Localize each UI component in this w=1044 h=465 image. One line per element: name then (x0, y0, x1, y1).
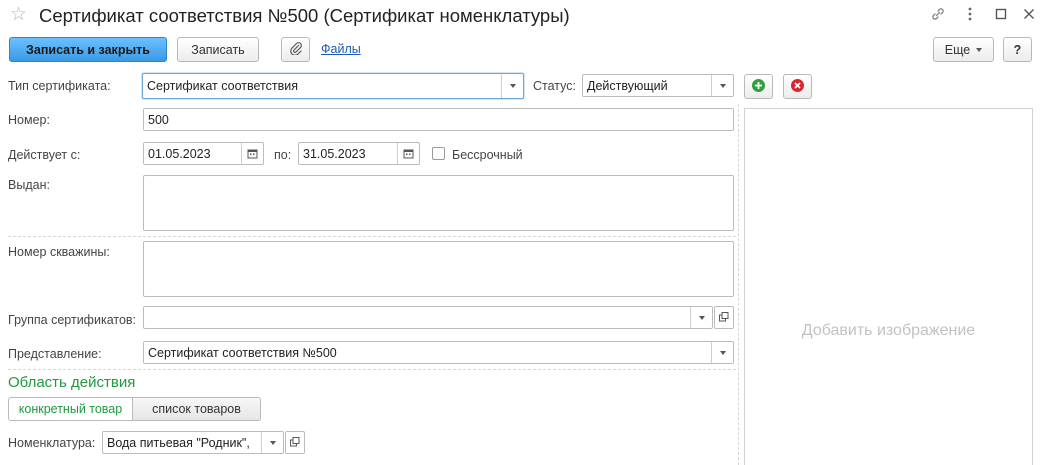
valid-to-label: по: (274, 148, 292, 162)
dropdown-arrow-icon[interactable] (261, 432, 283, 453)
well-number-label: Номер скважины: (8, 245, 110, 259)
issued-textarea[interactable] (143, 175, 734, 231)
presentation-label: Представление: (8, 347, 102, 361)
nomenclature-value: Вода питьевая "Родник", (107, 436, 250, 450)
window-title: Сертификат соответствия №500 (Сертификат… (39, 5, 570, 26)
link-icon[interactable] (929, 5, 947, 23)
open-icon (719, 311, 729, 325)
image-panel[interactable]: Добавить изображение (744, 108, 1033, 465)
files-link[interactable]: Файлы (321, 42, 361, 56)
add-image-placeholder[interactable]: Добавить изображение (745, 322, 1032, 340)
close-icon[interactable] (1020, 5, 1038, 23)
save-button[interactable]: Записать (177, 37, 259, 62)
dropdown-arrow-icon[interactable] (711, 342, 733, 363)
nomenclature-label: Номенклатура: (8, 436, 96, 450)
dropdown-arrow-icon[interactable] (690, 307, 712, 328)
presentation-value: Сертификат соответствия №500 (148, 346, 337, 360)
more-vertical-icon[interactable] (961, 5, 979, 23)
well-number-textarea[interactable] (143, 241, 734, 297)
certificate-type-select[interactable]: Сертификат соответствия (142, 73, 524, 99)
paperclip-icon (289, 41, 303, 58)
open-icon (290, 436, 300, 450)
delete-icon (790, 78, 805, 96)
scope-item-list-toggle[interactable]: список товаров (133, 397, 261, 421)
status-label: Статус: (533, 79, 576, 93)
issued-label: Выдан: (8, 178, 50, 192)
nomenclature-select[interactable]: Вода питьевая "Родник", (102, 431, 284, 454)
presentation-select[interactable]: Сертификат соответствия №500 (143, 341, 734, 364)
maximize-icon[interactable] (992, 5, 1010, 23)
indefinite-label: Бессрочный (452, 148, 523, 162)
dropdown-arrow-icon[interactable] (711, 75, 733, 96)
section-divider (8, 369, 736, 370)
section-divider (8, 236, 736, 237)
column-divider (738, 104, 739, 465)
certificate-group-label: Группа сертификатов: (8, 313, 137, 327)
status-select[interactable]: Действующий (582, 74, 734, 97)
help-button[interactable]: ? (1003, 37, 1032, 62)
certificate-group-select[interactable] (143, 306, 713, 329)
open-nomenclature-button[interactable] (285, 431, 305, 454)
scope-specific-item-toggle[interactable]: конкретный товар (8, 397, 133, 421)
calendar-icon[interactable] (241, 143, 263, 164)
attach-button[interactable] (281, 37, 310, 62)
more-button-label: Еще (944, 42, 971, 57)
indefinite-checkbox[interactable] (432, 147, 445, 160)
valid-from-label: Действует с: (8, 148, 81, 162)
certificate-type-label: Тип сертификата: (8, 79, 111, 93)
certificate-type-value: Сертификат соответствия (147, 79, 298, 93)
open-group-button[interactable] (714, 306, 734, 329)
delete-image-button[interactable] (783, 74, 812, 99)
more-button[interactable]: Еще (933, 37, 994, 62)
number-value: 500 (148, 113, 169, 127)
scope-title: Область действия (8, 374, 136, 391)
number-input[interactable]: 500 (143, 108, 734, 131)
dropdown-arrow-icon[interactable] (501, 74, 523, 98)
valid-to-input[interactable]: 31.05.2023 (298, 142, 420, 165)
save-and-close-button[interactable]: Записать и закрыть (9, 37, 167, 62)
add-icon (751, 78, 766, 96)
valid-from-value: 01.05.2023 (148, 147, 211, 161)
valid-from-input[interactable]: 01.05.2023 (143, 142, 264, 165)
favorite-star-icon[interactable]: ☆ (10, 4, 27, 26)
add-image-button[interactable] (744, 74, 773, 99)
valid-to-value: 31.05.2023 (303, 147, 366, 161)
status-value: Действующий (587, 79, 668, 93)
number-label: Номер: (8, 113, 50, 127)
chevron-down-icon (976, 47, 983, 52)
calendar-icon[interactable] (397, 143, 419, 164)
